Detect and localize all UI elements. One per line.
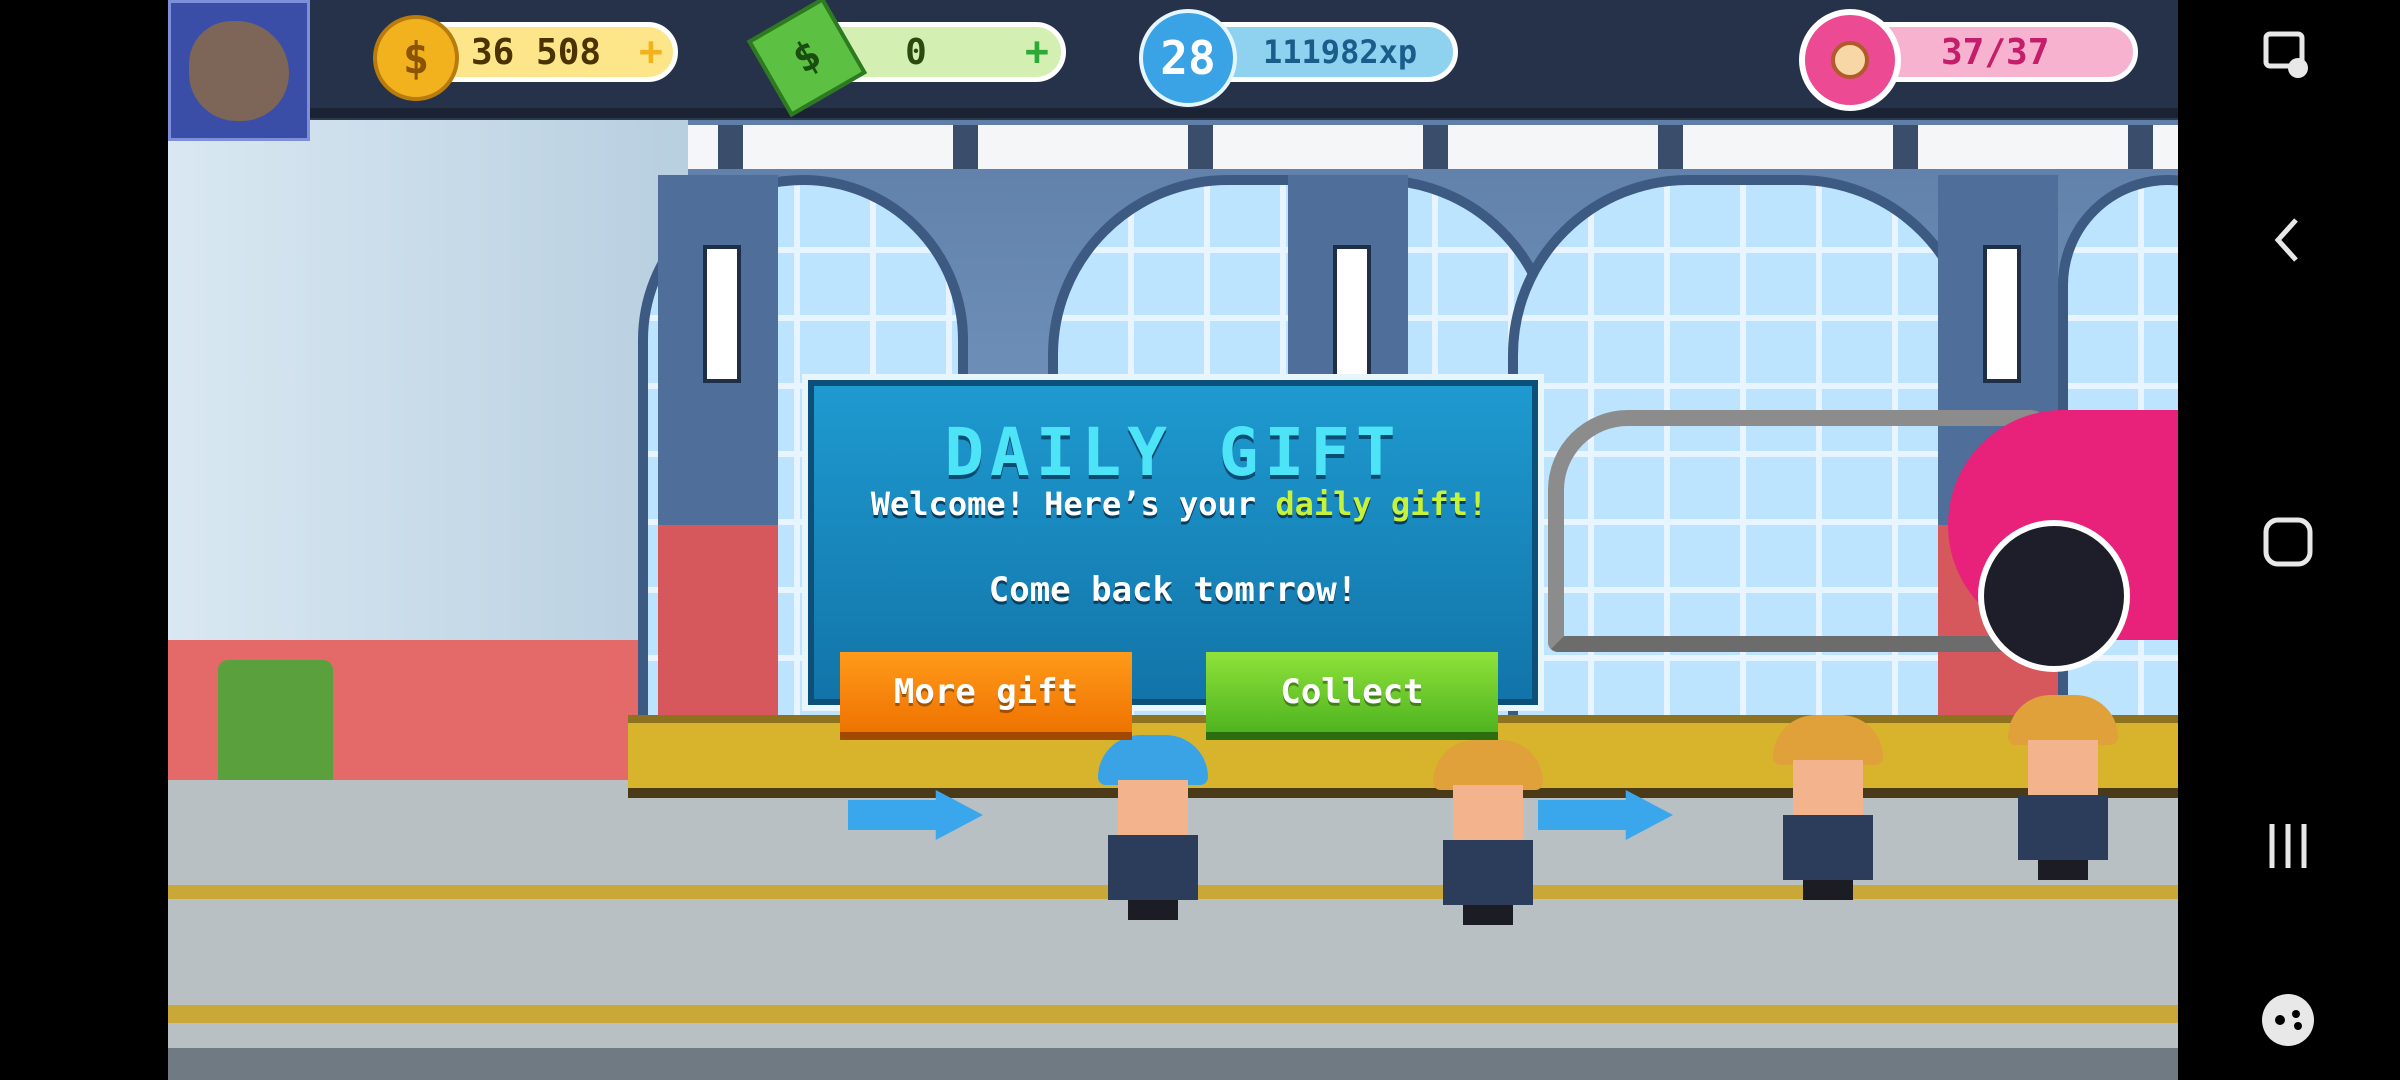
ceiling-lights (508, 125, 2178, 169)
pillar (658, 175, 778, 735)
dialog-title: DAILY GIFT (944, 414, 1402, 491)
add-cash-button[interactable]: + (1025, 29, 1049, 75)
system-nav-bar (2178, 0, 2400, 1080)
xp-counter[interactable]: 28 111982xp (1139, 9, 1458, 107)
energy-counter[interactable]: 37/37 (1799, 9, 2138, 111)
dialog-message-2: Come back tomrrow! (988, 570, 1358, 610)
player-avatar[interactable] (168, 0, 310, 141)
collect-button[interactable]: Collect (1206, 652, 1498, 740)
cash-value: 0 (905, 31, 927, 73)
coins-counter[interactable]: $ 36 508 + (373, 15, 678, 101)
game-scene[interactable]: $ 36 508 + $ 0 + 28 111982xp 37/37 DAILY… (168, 0, 2178, 1080)
xp-value: 111982xp (1263, 33, 1418, 71)
screenshot-tool-icon[interactable] (2248, 18, 2328, 98)
worker-character[interactable] (1098, 735, 1208, 920)
pink-car-body[interactable] (1948, 410, 2178, 672)
cash-counter[interactable]: $ 0 + (746, 0, 1066, 118)
bush-decoration (218, 660, 333, 800)
back-icon[interactable] (2248, 200, 2328, 280)
coin-icon: $ (373, 15, 459, 101)
worker-character[interactable] (1773, 715, 1883, 900)
xp-badge-icon: 28 (1139, 9, 1237, 107)
donut-icon (1799, 9, 1901, 111)
worker-character[interactable] (2008, 695, 2118, 880)
coins-value: 36 508 (471, 31, 602, 73)
wheel-icon (1978, 520, 2130, 672)
worker-character[interactable] (1433, 740, 1543, 925)
energy-value: 37/37 (1941, 31, 2050, 73)
more-gift-button[interactable]: More gift (840, 652, 1132, 740)
dialog-message: Welcome! Here’s your daily gift! (870, 485, 1488, 523)
recents-icon[interactable] (2248, 806, 2328, 886)
add-coins-button[interactable]: + (639, 29, 663, 75)
game-tools-icon[interactable] (2248, 980, 2328, 1060)
home-icon[interactable] (2248, 502, 2328, 582)
